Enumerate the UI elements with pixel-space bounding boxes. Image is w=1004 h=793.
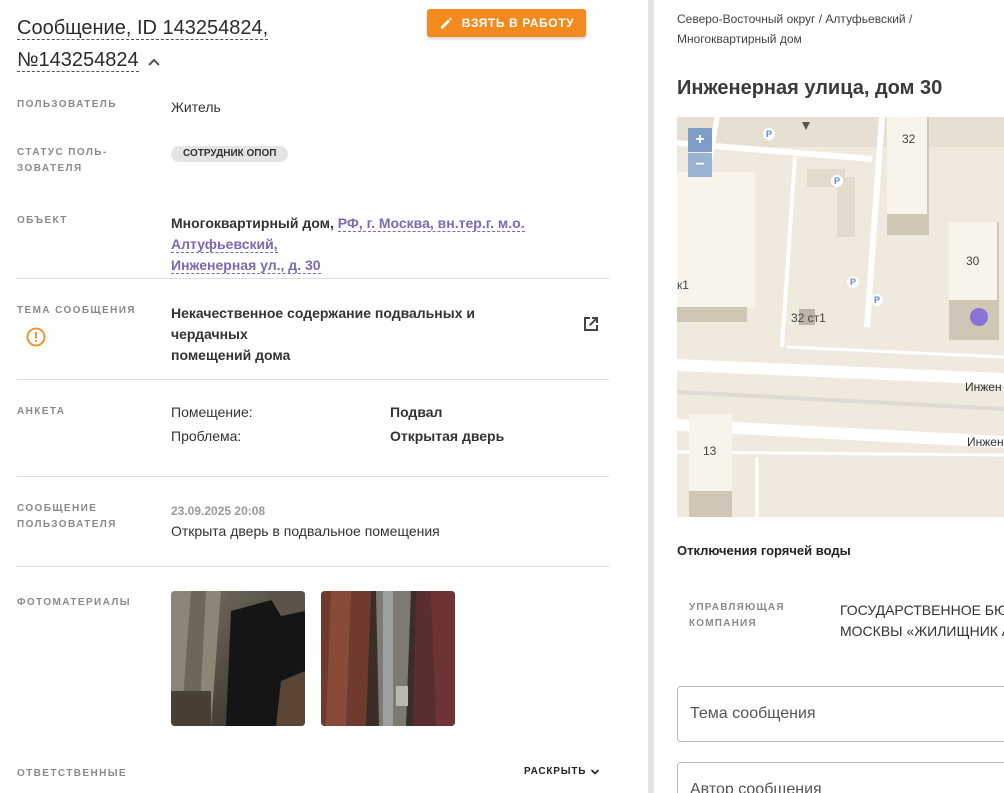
breadcrumb-line1[interactable]: Северо-Восточный округ / Алтуфьевский / [677,9,997,29]
parking-icon: P [831,175,843,187]
divider [17,278,609,279]
user-message-label-line1: СООБЩЕНИЕ [17,503,98,514]
parking-icon: P [871,294,883,306]
divider [17,379,609,380]
survey-problem-label: Проблема: [171,428,242,444]
object-address-title: Инженерная улица, дом 30 [677,77,943,99]
status-label: СТАТУС ПОЛЬ- ЗОВАТЕЛЯ [17,145,108,177]
topic-line2: помещений дома [171,347,291,363]
zoom-out-button[interactable]: − [688,153,712,177]
parking-icon: P [763,128,775,140]
managing-company-value: ГОСУДАРСТВЕННОЕ БЮД МОСКВЫ «ЖИЛИЩНИК А [840,600,1004,642]
managing-company-line2: МОСКВЫ «ЖИЛИЩНИК А [840,623,1004,639]
topic-value: Некачественное содержание подвальных и ч… [171,303,551,366]
object-type: Многоквартирный дом, [171,215,334,231]
map-label: 32 ст1 [791,311,826,325]
warning-circle-icon [26,327,46,352]
title-line1: Сообщение, ID 143254824, [17,17,269,40]
map-label: 32 [902,132,916,146]
open-external-icon[interactable] [581,314,601,339]
map-label: 30 [966,254,980,268]
chevron-up-icon[interactable] [147,45,161,77]
take-button-label: ВЗЯТЬ В РАБОТУ [461,16,575,30]
managing-company-label-line1: УПРАВЛЯЮЩАЯ [689,602,785,613]
page-title: Сообщение, ID 143254824, №143254824 [17,12,269,77]
hot-water-outages-heading: Отключения горячей воды [677,543,851,558]
managing-company-label: УПРАВЛЯЮЩАЯ КОМПАНИЯ [689,600,809,632]
zoom-in-button[interactable]: + [688,128,712,152]
status-label-line1: СТАТУС ПОЛЬ- [17,147,108,158]
take-to-work-button[interactable]: ВЗЯТЬ В РАБОТУ [427,9,586,37]
message-topic-field[interactable]: Тема сообщения [677,686,1004,742]
message-text: Открыта дверь в подвальное помещения [171,523,440,539]
status-badge: СОТРУДНИК ОПОП [171,146,289,162]
message-author-placeholder: Автор сообщения [690,781,822,793]
message-topic-placeholder: Тема сообщения [690,705,816,722]
street-label: Инжен [967,435,1004,449]
expand-button[interactable]: РАСКРЫТЬ [524,766,600,777]
user-label: ПОЛЬЗОВАТЕЛЬ [17,99,117,110]
object-value: Многоквартирный дом, РФ, г. Москва, вн.т… [171,213,611,276]
map-label: 13 [703,444,717,458]
survey-label: АНКЕТА [17,406,66,417]
breadcrumb-line2[interactable]: Многоквартирный дом [677,29,997,49]
survey-room-label: Помещение: [171,404,253,420]
divider [17,566,609,567]
message-author-field[interactable]: Автор сообщения [677,762,1004,793]
object-panel: Северо-Восточный округ / Алтуфьевский / … [654,0,1004,793]
title-line2: №143254824 [17,49,139,72]
user-message-label: СООБЩЕНИЕ ПОЛЬЗОВАТЕЛЯ [17,501,117,533]
map-label: к1 [677,278,689,292]
object-address-link-2[interactable]: Инженерная ул., д. 30 [171,257,321,274]
object-label: ОБЪЕКТ [17,215,68,226]
managing-company-line1: ГОСУДАРСТВЕННОЕ БЮД [840,602,1004,618]
survey-room-value: Подвал [390,404,443,420]
managing-company-label-line2: КОМПАНИЯ [689,618,757,629]
chevron-down-icon [591,768,600,775]
topic-line1: Некачественное содержание подвальных и ч… [171,305,475,342]
parking-icon: P [847,276,859,288]
breadcrumb: Северо-Восточный округ / Алтуфьевский / … [677,9,997,49]
pencil-icon [440,17,452,29]
divider [17,476,609,477]
message-timestamp: 23.09.2025 20:08 [171,504,266,518]
user-message-label-line2: ПОЛЬЗОВАТЕЛЯ [17,519,117,530]
photos-label: ФОТОМАТЕРИАЛЫ [17,597,131,608]
photo-thumbnail[interactable] [321,591,455,726]
map[interactable]: + − P P P P 32 30 к1 32 ст1 13 Инжен Инж… [677,117,1004,517]
expand-label: РАСКРЫТЬ [524,766,587,777]
photo-thumbnail[interactable] [171,591,305,726]
street-label: Инжен [965,380,1002,394]
user-value: Житель [171,99,221,115]
responsible-label: ОТВЕТСТВЕННЫЕ [17,768,127,779]
survey-problem-value: Открытая дверь [390,428,505,444]
topic-label: ТЕМА СООБЩЕНИЯ [17,305,136,316]
message-panel: Сообщение, ID 143254824, №143254824 ВЗЯТ… [0,0,648,793]
status-label-line2: ЗОВАТЕЛЯ [17,163,83,174]
